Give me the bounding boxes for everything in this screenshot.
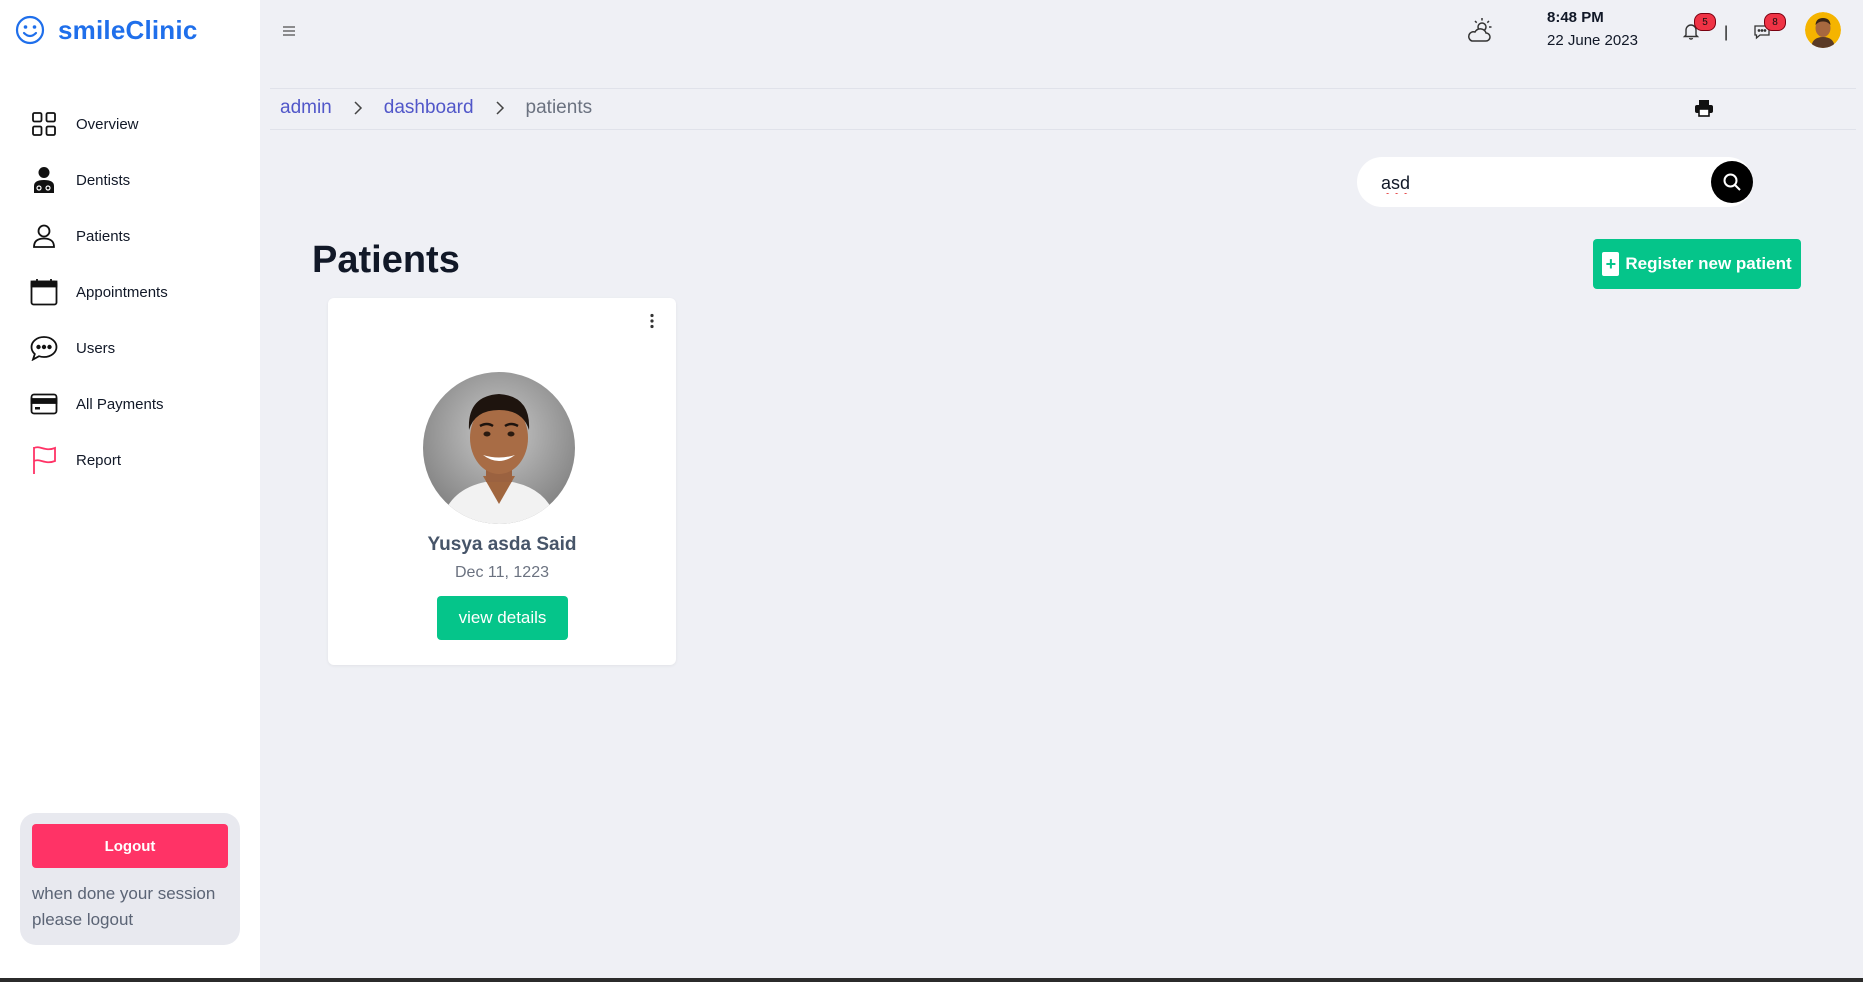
logout-note: when done your session please logout bbox=[32, 884, 216, 929]
clock: 8:48 PM 22 June 2023 bbox=[1547, 9, 1638, 49]
brand-name: smileClinic bbox=[58, 14, 198, 45]
notifications-badge: 5 bbox=[1694, 13, 1716, 31]
grid-icon bbox=[30, 110, 58, 138]
breadcrumb: admin dashboard patients bbox=[280, 97, 592, 119]
bottom-taskbar-strip bbox=[0, 978, 1863, 982]
sidebar-nav: Overview Dentists Patients Appointments … bbox=[0, 96, 260, 488]
flag-icon bbox=[30, 446, 58, 474]
search-button[interactable] bbox=[1711, 161, 1753, 203]
register-new-patient-button[interactable]: + Register new patient bbox=[1593, 239, 1801, 289]
sidebar-item-label: Report bbox=[76, 451, 122, 469]
register-button-label: Register new patient bbox=[1625, 254, 1792, 273]
user-avatar[interactable] bbox=[1805, 12, 1841, 48]
sidebar-item-appointments[interactable]: Appointments bbox=[0, 264, 260, 320]
smile-logo-icon bbox=[14, 14, 46, 46]
patient-card: Yusya asda Said Dec 11, 1223 view detail… bbox=[328, 298, 676, 665]
sidebar-item-users[interactable]: Users bbox=[0, 320, 260, 376]
sidebar-item-dentists[interactable]: Dentists bbox=[0, 152, 260, 208]
weather-cloud-sun-icon bbox=[1465, 16, 1495, 46]
hamburger-menu-icon[interactable] bbox=[280, 22, 298, 40]
patient-photo bbox=[423, 372, 575, 524]
current-time: 8:48 PM bbox=[1547, 9, 1604, 26]
page-title: Patients bbox=[312, 239, 460, 281]
view-details-button[interactable]: view details bbox=[437, 596, 568, 640]
breadcrumb-admin[interactable]: admin bbox=[280, 97, 332, 119]
chat-bubble-icon bbox=[30, 334, 58, 362]
sidebar-item-label: Patients bbox=[76, 227, 131, 245]
patient-name: Yusya asda Said bbox=[427, 534, 577, 555]
messages-badge: 8 bbox=[1764, 13, 1786, 31]
search-icon bbox=[1723, 173, 1741, 191]
person-icon bbox=[30, 222, 58, 250]
sidebar: smileClinic Overview Dentists Patients A… bbox=[0, 0, 260, 982]
sidebar-item-label: Overview bbox=[76, 115, 139, 133]
logout-card: Logout when done your session please log… bbox=[20, 813, 240, 945]
current-date: 22 June 2023 bbox=[1547, 32, 1638, 49]
chevron-right-icon bbox=[352, 100, 364, 116]
sidebar-item-report[interactable]: Report bbox=[0, 432, 260, 488]
sidebar-item-patients[interactable]: Patients bbox=[0, 208, 260, 264]
brand[interactable]: smileClinic bbox=[14, 14, 197, 46]
chevron-right-icon bbox=[494, 100, 506, 116]
search-input[interactable] bbox=[1379, 170, 1703, 196]
calendar-icon bbox=[30, 278, 58, 306]
printer-icon[interactable] bbox=[1694, 99, 1714, 117]
sidebar-item-label: Users bbox=[76, 339, 116, 357]
plus-icon: + bbox=[1602, 252, 1620, 276]
sidebar-item-overview[interactable]: Overview bbox=[0, 96, 260, 152]
sidebar-item-all-payments[interactable]: All Payments bbox=[0, 376, 260, 432]
sidebar-item-label: Dentists bbox=[76, 171, 131, 189]
doctor-icon bbox=[30, 166, 58, 194]
sidebar-item-label: Appointments bbox=[76, 283, 168, 301]
credit-card-icon bbox=[30, 390, 58, 418]
breadcrumb-patients: patients bbox=[525, 97, 593, 118]
breadcrumb-dashboard[interactable]: dashboard bbox=[384, 97, 474, 119]
breadcrumb-bar: admin dashboard patients bbox=[270, 88, 1856, 130]
logout-button[interactable]: Logout bbox=[32, 824, 228, 868]
patient-date: Dec 11, 1223 bbox=[455, 564, 549, 581]
more-options-icon[interactable] bbox=[646, 312, 658, 330]
search-box bbox=[1357, 157, 1753, 207]
sidebar-item-label: All Payments bbox=[76, 395, 164, 413]
header-separator: | bbox=[1724, 24, 1729, 41]
